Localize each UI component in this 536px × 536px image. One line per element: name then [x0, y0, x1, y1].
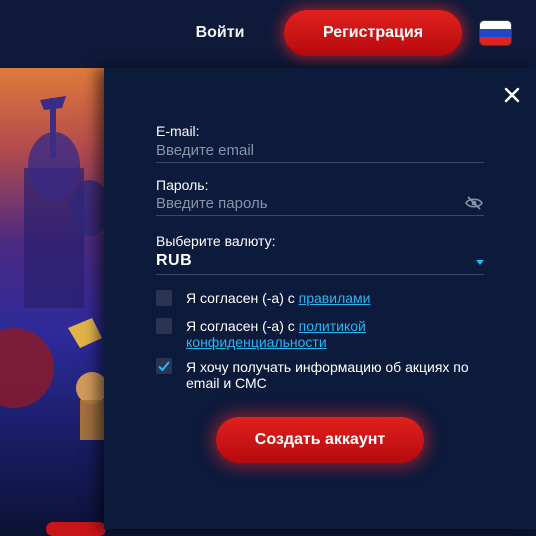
background-artwork [0, 68, 106, 529]
login-link[interactable]: Войти [188, 22, 252, 44]
promo-checkbox[interactable] [156, 358, 172, 374]
privacy-checkbox[interactable] [156, 318, 172, 334]
rules-prefix-text: Я согласен (-а) с [186, 290, 299, 306]
eye-slash-icon[interactable] [465, 196, 483, 210]
rules-checkbox-label: Я согласен (-а) с правилами [186, 290, 370, 306]
promo-checkbox-label: Я хочу получать информацию об акциях по … [186, 359, 469, 391]
close-icon[interactable] [503, 86, 521, 104]
password-field[interactable] [156, 191, 484, 216]
background-button-peek [46, 522, 106, 536]
registration-panel: E-mail: Пароль: Выберите валюту: RUB Я с… [104, 68, 536, 529]
rules-link[interactable]: правилами [299, 290, 371, 306]
privacy-prefix-text: Я согласен (-а) с [186, 318, 299, 334]
email-field[interactable] [156, 138, 484, 163]
russia-flag-icon[interactable] [480, 21, 511, 45]
create-account-button[interactable]: Создать аккаунт [216, 417, 424, 463]
register-button[interactable]: Регистрация [284, 10, 462, 56]
currency-select[interactable]: RUB [156, 250, 484, 275]
chevron-down-icon [476, 260, 484, 265]
header-bar: Войти Регистрация [0, 0, 536, 68]
currency-value: RUB [156, 252, 193, 269]
privacy-checkbox-label: Я согласен (-а) с политикой конфиденциал… [186, 318, 406, 350]
checkmark-icon [158, 361, 170, 372]
rules-checkbox[interactable] [156, 290, 172, 306]
currency-label: Выберите валюту: [156, 233, 276, 249]
